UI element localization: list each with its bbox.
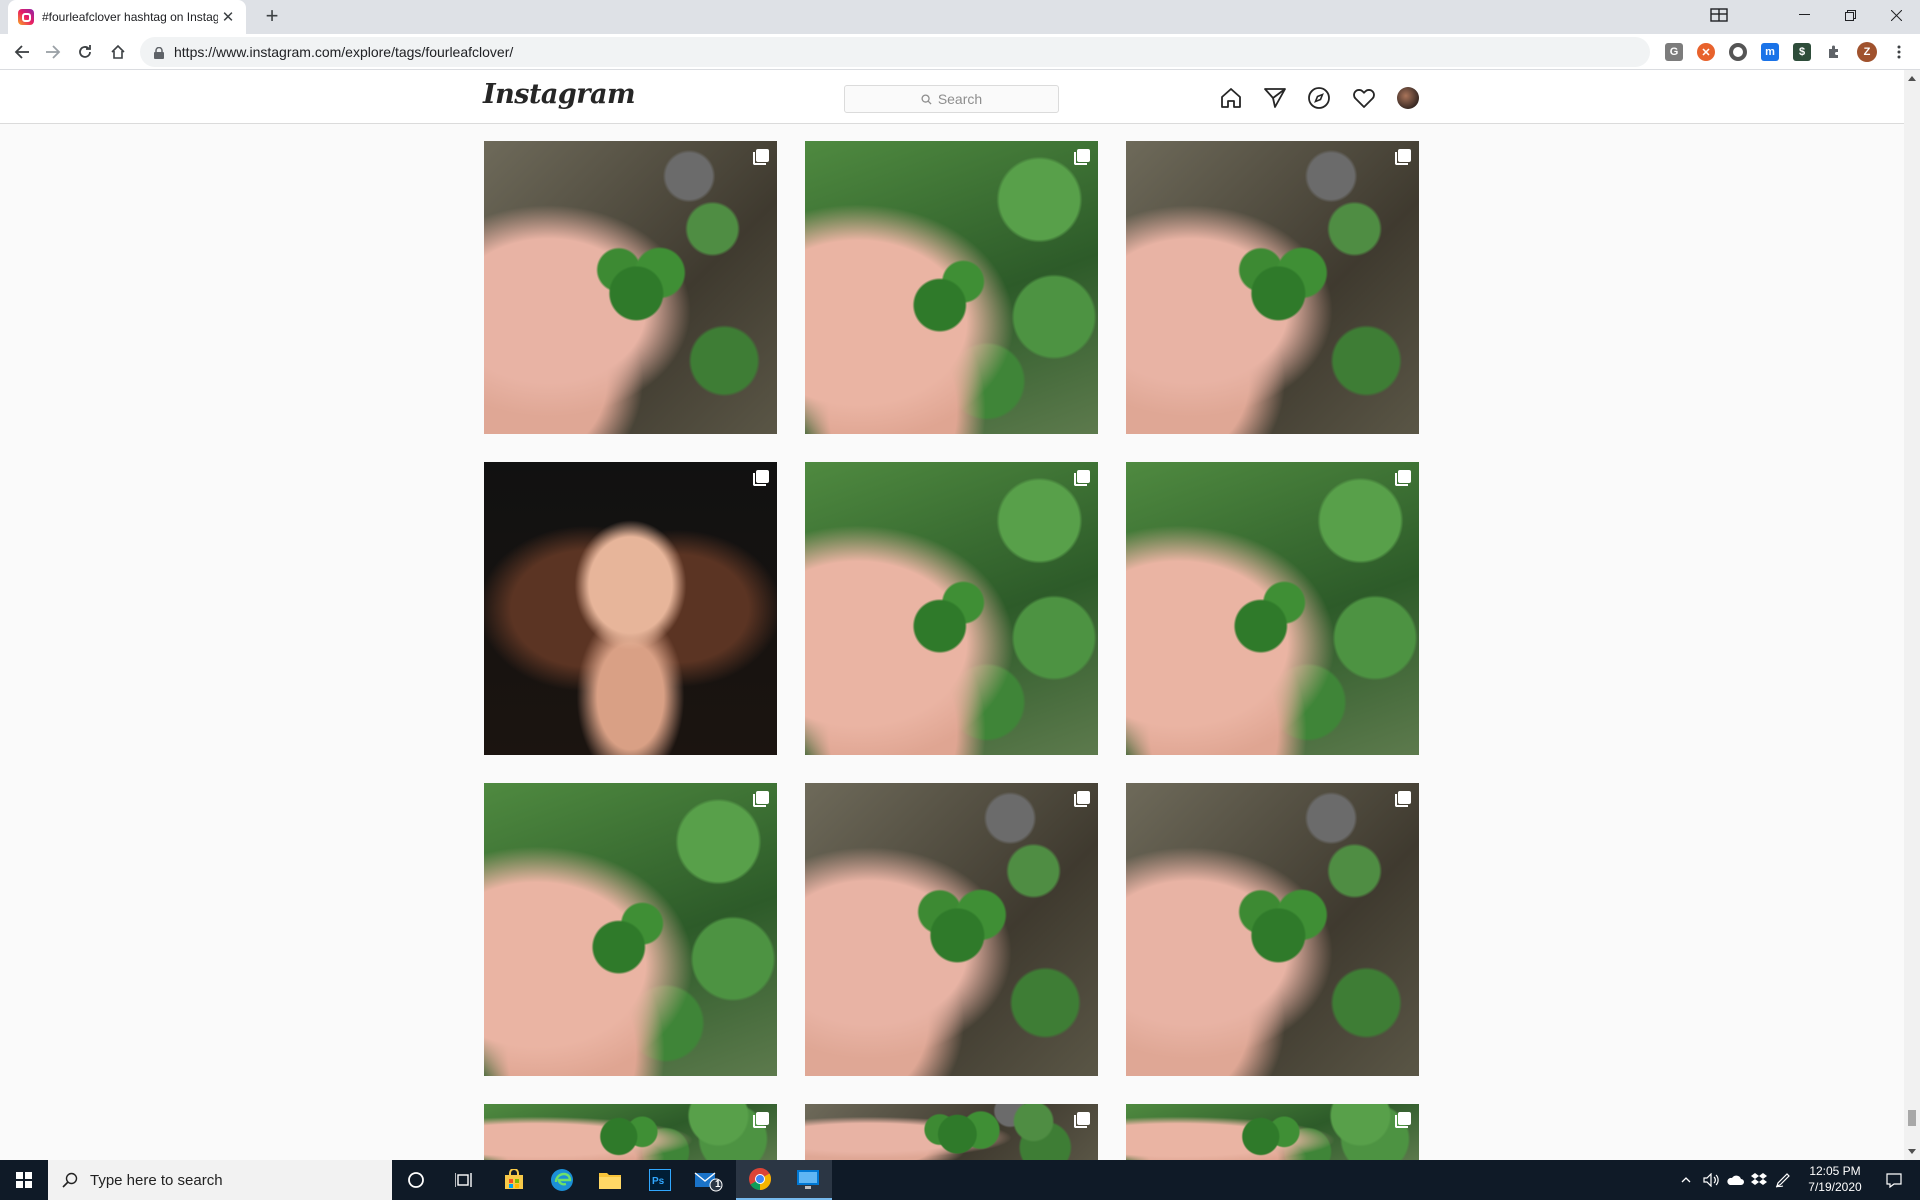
post-thumbnail[interactable]: [805, 783, 1098, 1076]
post-thumbnail[interactable]: [1126, 1104, 1419, 1162]
address-bar[interactable]: https://www.instagram.com/explore/tags/f…: [140, 37, 1650, 67]
search-placeholder: Search: [937, 91, 983, 107]
tab-title: #fourleafclover hashtag on Instagram: [42, 10, 218, 24]
extension-green-icon[interactable]: $: [1793, 43, 1811, 61]
post-thumbnail[interactable]: [805, 1104, 1098, 1162]
dropbox-icon[interactable]: [1748, 1160, 1770, 1200]
hashtag-post-grid: [484, 141, 1419, 1162]
search-icon: [921, 93, 932, 105]
onedrive-cloud-icon[interactable]: [1724, 1160, 1746, 1200]
edge-browser-icon[interactable]: [538, 1160, 586, 1200]
cortana-icon[interactable]: [392, 1160, 440, 1200]
remote-desktop-icon[interactable]: [784, 1160, 832, 1200]
scroll-down-arrow-icon[interactable]: [1908, 1149, 1916, 1154]
carousel-icon: [1074, 791, 1090, 807]
profile-avatar[interactable]: Z: [1857, 42, 1877, 62]
browser-toolbar: https://www.instagram.com/explore/tags/f…: [0, 34, 1920, 70]
window-close-icon[interactable]: [1874, 0, 1918, 30]
taskbar-search-box[interactable]: Type here to search: [48, 1160, 392, 1200]
carousel-icon: [753, 470, 769, 486]
carousel-icon: [1395, 791, 1411, 807]
instagram-header: Instagram Search: [0, 70, 1904, 124]
carousel-icon: [753, 149, 769, 165]
post-thumbnail[interactable]: [484, 462, 777, 755]
windows-taskbar: Type here to search Ps 1 12:05 PM 7/19/2…: [0, 1160, 1920, 1200]
clock-date: 7/19/2020: [1808, 1180, 1862, 1194]
scrollbar-thumb[interactable]: [1908, 1110, 1916, 1126]
direct-message-icon[interactable]: [1263, 86, 1287, 110]
reload-icon[interactable]: [71, 38, 99, 66]
extension-g-icon[interactable]: G: [1665, 43, 1683, 61]
search-icon: [62, 1172, 78, 1188]
mail-icon[interactable]: 1: [684, 1160, 732, 1200]
new-tab-button[interactable]: +: [258, 4, 286, 30]
extension-orange-icon[interactable]: ✕: [1697, 43, 1715, 61]
activity-heart-icon[interactable]: [1352, 86, 1376, 110]
post-thumbnail[interactable]: [805, 462, 1098, 755]
chrome-taskbar-icon[interactable]: [736, 1160, 784, 1200]
mail-badge: 1: [715, 1179, 721, 1190]
chrome-menu-icon[interactable]: [1890, 43, 1908, 61]
post-thumbnail[interactable]: [1126, 141, 1419, 434]
profile-avatar[interactable]: [1397, 87, 1419, 109]
forward-arrow-icon[interactable]: [39, 38, 67, 66]
carousel-icon: [1074, 470, 1090, 486]
instagram-search-input[interactable]: Search: [844, 85, 1059, 113]
extension-blue-icon[interactable]: m: [1761, 43, 1779, 61]
action-center-icon[interactable]: [1876, 1160, 1912, 1200]
url-text: https://www.instagram.com/explore/tags/f…: [174, 44, 514, 60]
restore-icon[interactable]: [1828, 0, 1872, 30]
carousel-icon: [1395, 1112, 1411, 1128]
task-view-icon[interactable]: [440, 1160, 488, 1200]
windows-start-icon[interactable]: [0, 1160, 48, 1200]
back-arrow-icon[interactable]: [8, 38, 36, 66]
photoshop-icon[interactable]: Ps: [636, 1160, 684, 1200]
scroll-up-arrow-icon[interactable]: [1908, 76, 1916, 81]
carousel-icon: [1395, 470, 1411, 486]
carousel-icon: [753, 791, 769, 807]
browser-tab-active[interactable]: #fourleafclover hashtag on Instagram ✕: [8, 0, 246, 34]
post-thumbnail[interactable]: [484, 1104, 777, 1162]
show-hidden-icons-chevron-icon[interactable]: [1676, 1160, 1696, 1200]
carousel-icon: [1074, 149, 1090, 165]
svg-text:Ps: Ps: [652, 1176, 665, 1187]
clock-time: 12:05 PM: [1809, 1164, 1861, 1178]
carousel-icon: [1395, 149, 1411, 165]
home-icon[interactable]: [104, 38, 132, 66]
taskbar-search-placeholder: Type here to search: [90, 1171, 223, 1189]
extension-circle-icon[interactable]: [1729, 43, 1747, 61]
tab-search-icon[interactable]: [1697, 0, 1741, 30]
volume-icon[interactable]: [1700, 1160, 1722, 1200]
post-thumbnail[interactable]: [1126, 783, 1419, 1076]
home-icon[interactable]: [1219, 86, 1243, 110]
instagram-logo[interactable]: Instagram: [483, 79, 636, 110]
file-explorer-icon[interactable]: [586, 1160, 634, 1200]
post-thumbnail[interactable]: [484, 141, 777, 434]
taskbar-clock[interactable]: 12:05 PM 7/19/2020: [1790, 1163, 1880, 1197]
instagram-favicon-icon: [18, 9, 34, 25]
post-thumbnail[interactable]: [484, 783, 777, 1076]
tab-close-icon[interactable]: ✕: [220, 8, 236, 26]
carousel-icon: [1074, 1112, 1090, 1128]
post-thumbnail[interactable]: [1126, 462, 1419, 755]
explore-compass-icon[interactable]: [1307, 86, 1331, 110]
page-scrollbar[interactable]: [1904, 70, 1920, 1160]
extensions-puzzle-icon[interactable]: [1825, 43, 1843, 61]
post-thumbnail[interactable]: [805, 141, 1098, 434]
carousel-icon: [753, 1112, 769, 1128]
lock-icon: [154, 46, 164, 59]
minimize-icon[interactable]: [1782, 0, 1826, 30]
store-icon[interactable]: [490, 1160, 538, 1200]
browser-tabstrip: #fourleafclover hashtag on Instagram ✕ +: [0, 0, 1920, 34]
